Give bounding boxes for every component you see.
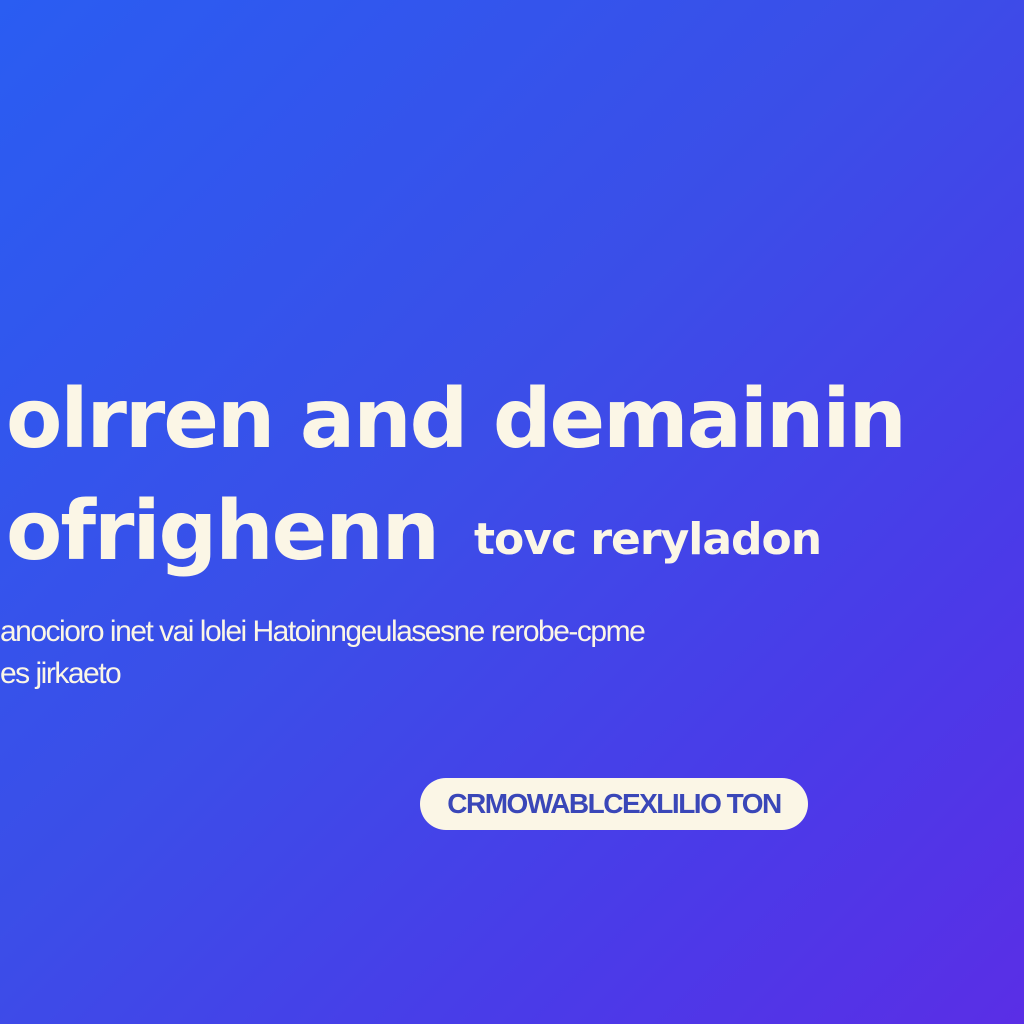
subtext-line-2: es jirkaeto — [0, 657, 122, 690]
cta-button[interactable]: CRMOWABLCEXLILIO TON — [420, 778, 808, 830]
headline-line-1: olrren and demainin — [6, 372, 907, 467]
subtext-line-1: anocioro inet vai lolei Hatoinngeulasesn… — [0, 615, 646, 648]
headline-line-2: ofrighenn — [6, 484, 440, 579]
headline-tagline: tovc reryladon — [474, 514, 822, 565]
hero-section: olrren and demainin ofrighenn tovc reryl… — [0, 0, 1024, 1024]
